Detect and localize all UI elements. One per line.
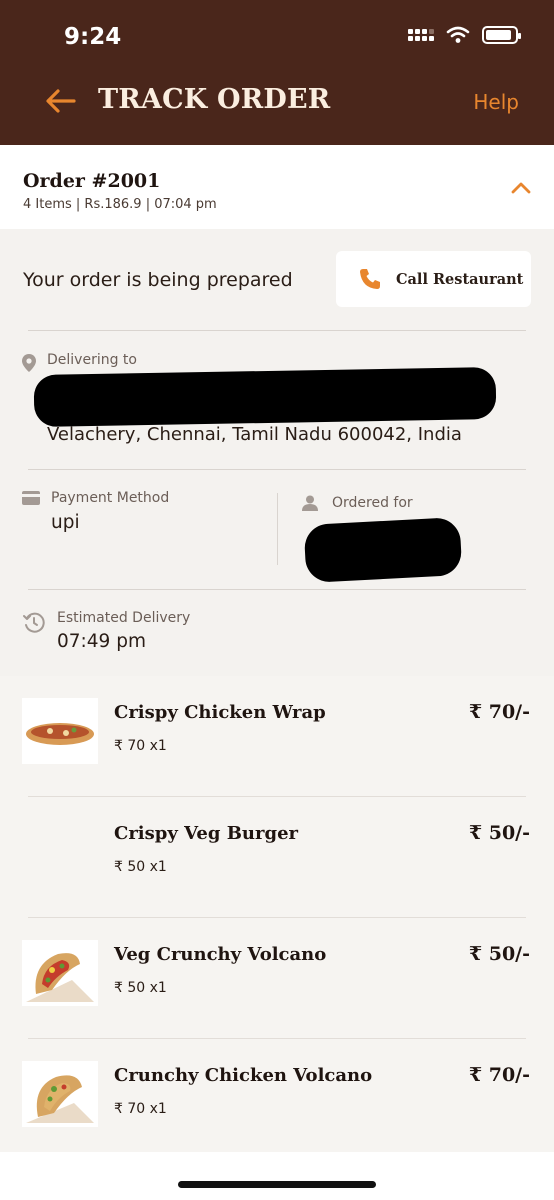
call-restaurant-label: Call Restaurant: [396, 270, 524, 288]
taco-thumbnail: [22, 940, 98, 1006]
call-restaurant-button[interactable]: Call Restaurant: [336, 251, 531, 307]
page-title: TRACK ORDER: [98, 84, 331, 115]
list-item: Crispy Veg Burger ₹ 50 x1 ₹ 50/-: [0, 797, 554, 918]
card-icon: [22, 491, 40, 505]
battery-icon: [482, 26, 521, 44]
estimated-delivery-value: 07:49 pm: [57, 631, 146, 652]
order-items-list: Crispy Chicken Wrap ₹ 70 x1 ₹ 70/- Crisp…: [0, 676, 554, 1152]
order-id: Order #2001: [23, 170, 161, 192]
item-name: Crunchy Chicken Volcano: [114, 1065, 373, 1086]
chevron-up-icon[interactable]: [510, 181, 532, 195]
taco-thumbnail: [22, 1061, 98, 1127]
vertical-divider: [277, 493, 278, 565]
help-link[interactable]: Help: [473, 90, 519, 114]
list-item: Crunchy Chicken Volcano ₹ 70 x1 ₹ 70/-: [0, 1039, 554, 1160]
item-price: ₹ 50/-: [468, 943, 530, 965]
back-arrow-icon[interactable]: [44, 88, 78, 114]
item-qty: ₹ 70 x1: [114, 738, 167, 754]
estimated-delivery-label: Estimated Delivery: [57, 610, 191, 626]
person-icon: [302, 495, 318, 511]
item-qty: ₹ 70 x1: [114, 1101, 167, 1117]
wifi-icon: [446, 26, 470, 43]
app-header: 9:24 TRACK ORDER Help: [0, 0, 554, 145]
status-icons: [408, 26, 521, 44]
bottom-bar: [0, 1152, 554, 1200]
item-price: ₹ 70/-: [468, 1064, 530, 1086]
item-price: ₹ 50/-: [468, 822, 530, 844]
redacted-name: [303, 516, 463, 584]
item-name: Veg Crunchy Volcano: [114, 944, 327, 965]
divider: [28, 330, 526, 331]
payment-method-label: Payment Method: [51, 490, 170, 506]
divider: [28, 589, 526, 590]
order-details: Your order is being prepared Call Restau…: [0, 229, 554, 676]
payment-method-value: upi: [51, 512, 80, 533]
list-item: Crispy Chicken Wrap ₹ 70 x1 ₹ 70/-: [0, 676, 554, 797]
location-pin-icon: [22, 354, 36, 372]
home-indicator[interactable]: [178, 1181, 376, 1188]
status-time: 9:24: [64, 24, 122, 50]
order-summary[interactable]: Order #2001 4 Items | Rs.186.9 | 07:04 p…: [0, 145, 554, 229]
item-name: Crispy Veg Burger: [114, 823, 299, 844]
item-price: ₹ 70/-: [468, 701, 530, 723]
item-name: Crispy Chicken Wrap: [114, 702, 326, 723]
item-qty: ₹ 50 x1: [114, 980, 167, 996]
signal-icon: [408, 29, 434, 41]
phone-icon: [360, 269, 380, 289]
delivery-address: Velachery, Chennai, Tamil Nadu 600042, I…: [47, 424, 462, 445]
history-clock-icon: [23, 612, 45, 633]
delivering-to-label: Delivering to: [47, 352, 137, 368]
order-meta: 4 Items | Rs.186.9 | 07:04 pm: [23, 197, 217, 212]
item-qty: ₹ 50 x1: [114, 859, 167, 875]
order-status: Your order is being prepared: [23, 269, 293, 291]
divider: [28, 469, 526, 470]
wrap-thumbnail: [22, 698, 98, 764]
ordered-for-label: Ordered for: [332, 495, 413, 511]
redacted-address: [33, 366, 497, 428]
list-item: Veg Crunchy Volcano ₹ 50 x1 ₹ 50/-: [0, 918, 554, 1039]
